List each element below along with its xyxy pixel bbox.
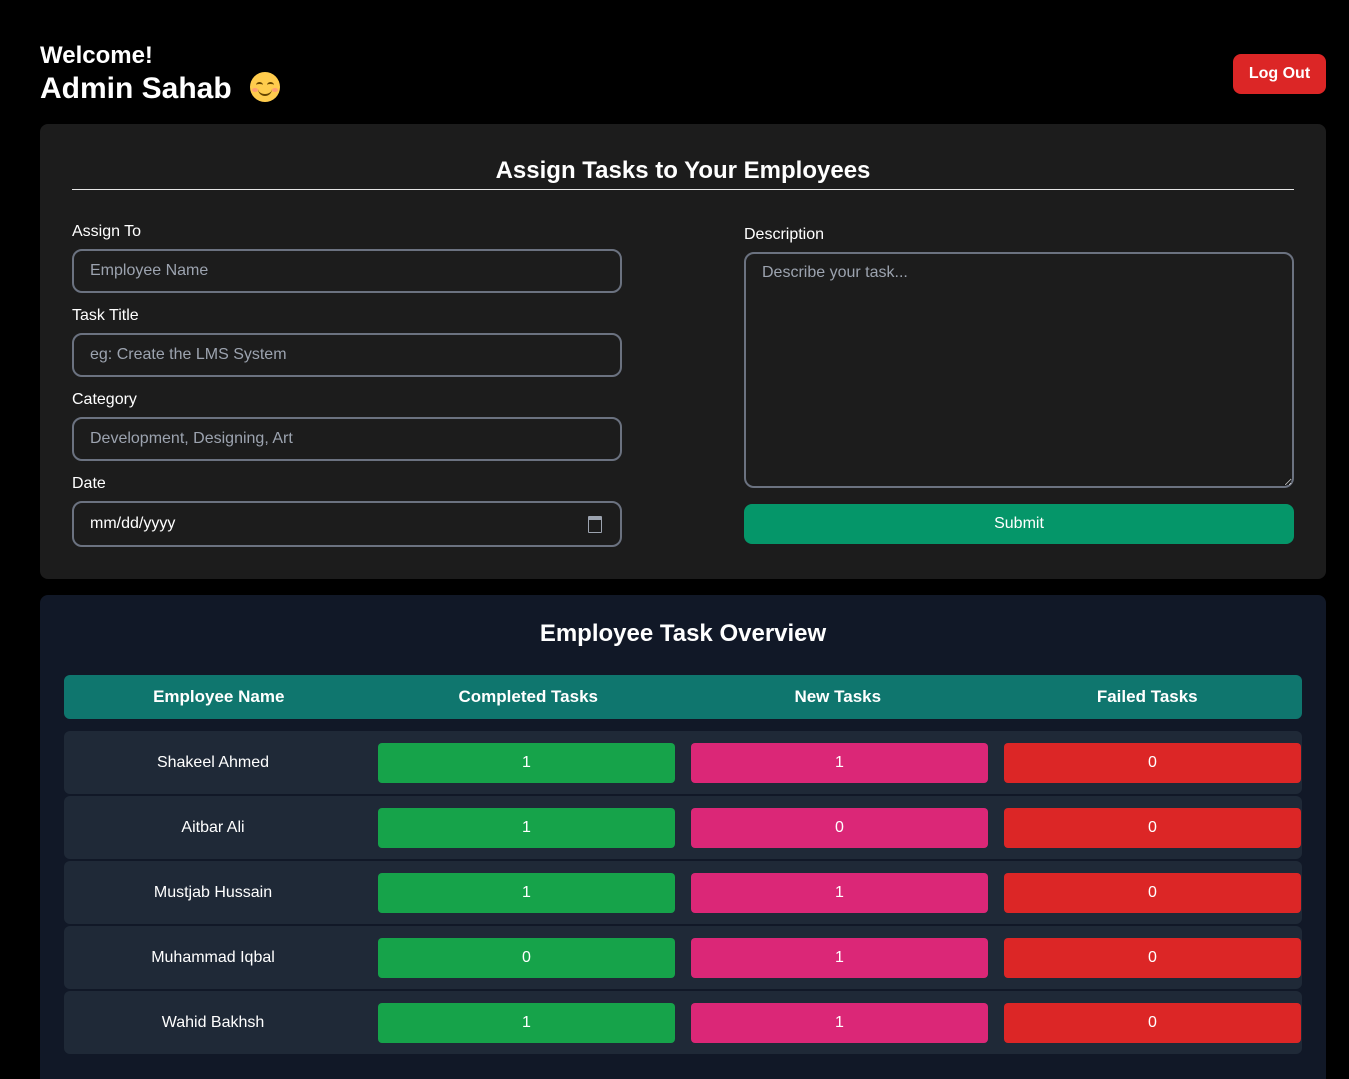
submit-button[interactable]: Submit — [744, 504, 1294, 544]
date-input[interactable]: mm/dd/yyyy — [72, 501, 622, 547]
new-tasks-count: 1 — [691, 1002, 988, 1043]
welcome-text: Welcome! — [40, 42, 153, 69]
date-label: Date — [72, 475, 106, 492]
failed-tasks-count: 0 — [1004, 742, 1301, 783]
calendar-icon[interactable] — [588, 515, 602, 533]
table-header: Employee Name Completed Tasks New Tasks … — [64, 675, 1302, 719]
category-input[interactable] — [72, 417, 622, 461]
failed-tasks-count: 0 — [1004, 872, 1301, 913]
task-title-label: Task Title — [72, 307, 139, 324]
task-title-input[interactable] — [72, 333, 622, 377]
assign-task-panel: Assign Tasks to Your Employees Assign To… — [40, 124, 1326, 579]
employee-name-cell: Shakeel Ahmed — [156, 753, 270, 771]
table-row: Muhammad Iqbal 0 1 0 — [64, 926, 1302, 989]
admin-dashboard: Welcome! Admin Sahab Log Out Assign Task… — [0, 0, 1349, 1079]
category-label: Category — [72, 391, 137, 408]
completed-tasks-count: 1 — [378, 742, 675, 783]
smiling-face-icon — [250, 72, 281, 102]
header: Welcome! Admin Sahab Log Out — [40, 40, 1326, 110]
description-label: Description — [744, 226, 825, 243]
column-header-completed-tasks: Completed Tasks — [458, 687, 598, 706]
table-body: Shakeel Ahmed 1 1 0 Aitbar Ali 1 0 0 Mus… — [64, 731, 1302, 1056]
failed-tasks-count: 0 — [1004, 937, 1301, 978]
column-header-failed-tasks: Failed Tasks — [1096, 687, 1198, 706]
new-tasks-count: 1 — [691, 937, 988, 978]
new-tasks-count: 1 — [691, 742, 988, 783]
description-textarea[interactable] — [744, 252, 1294, 488]
assign-panel-title: Assign Tasks to Your Employees — [72, 157, 1294, 190]
completed-tasks-count: 1 — [378, 807, 675, 848]
completed-tasks-count: 1 — [378, 872, 675, 913]
table-row: Shakeel Ahmed 1 1 0 — [64, 731, 1302, 794]
logout-button[interactable]: Log Out — [1233, 54, 1326, 94]
table-row: Wahid Bakhsh 1 1 0 — [64, 991, 1302, 1054]
failed-tasks-count: 0 — [1004, 1002, 1301, 1043]
completed-tasks-count: 0 — [378, 937, 675, 978]
column-header-new-tasks: New Tasks — [794, 687, 882, 706]
assign-to-input[interactable] — [72, 249, 622, 293]
new-tasks-count: 1 — [691, 872, 988, 913]
employee-name-cell: Aitbar Ali — [181, 818, 245, 836]
overview-title: Employee Task Overview — [539, 620, 827, 647]
assign-to-label: Assign To — [72, 223, 142, 240]
failed-tasks-count: 0 — [1004, 807, 1301, 848]
new-tasks-count: 0 — [691, 807, 988, 848]
admin-name-text: Admin Sahab — [40, 72, 232, 105]
employee-name-cell: Wahid Bakhsh — [161, 1013, 265, 1031]
column-header-employee-name: Employee Name — [153, 687, 285, 706]
task-overview-panel: Employee Task Overview Employee Name Com… — [40, 595, 1326, 1079]
employee-name-cell: Mustjab Hussain — [153, 883, 273, 901]
table-row: Aitbar Ali 1 0 0 — [64, 796, 1302, 859]
date-placeholder: mm/dd/yyyy — [90, 515, 176, 532]
employee-name-cell: Muhammad Iqbal — [151, 948, 275, 966]
table-row: Mustjab Hussain 1 1 0 — [64, 861, 1302, 924]
completed-tasks-count: 1 — [378, 1002, 675, 1043]
admin-name: Admin Sahab — [40, 72, 281, 106]
